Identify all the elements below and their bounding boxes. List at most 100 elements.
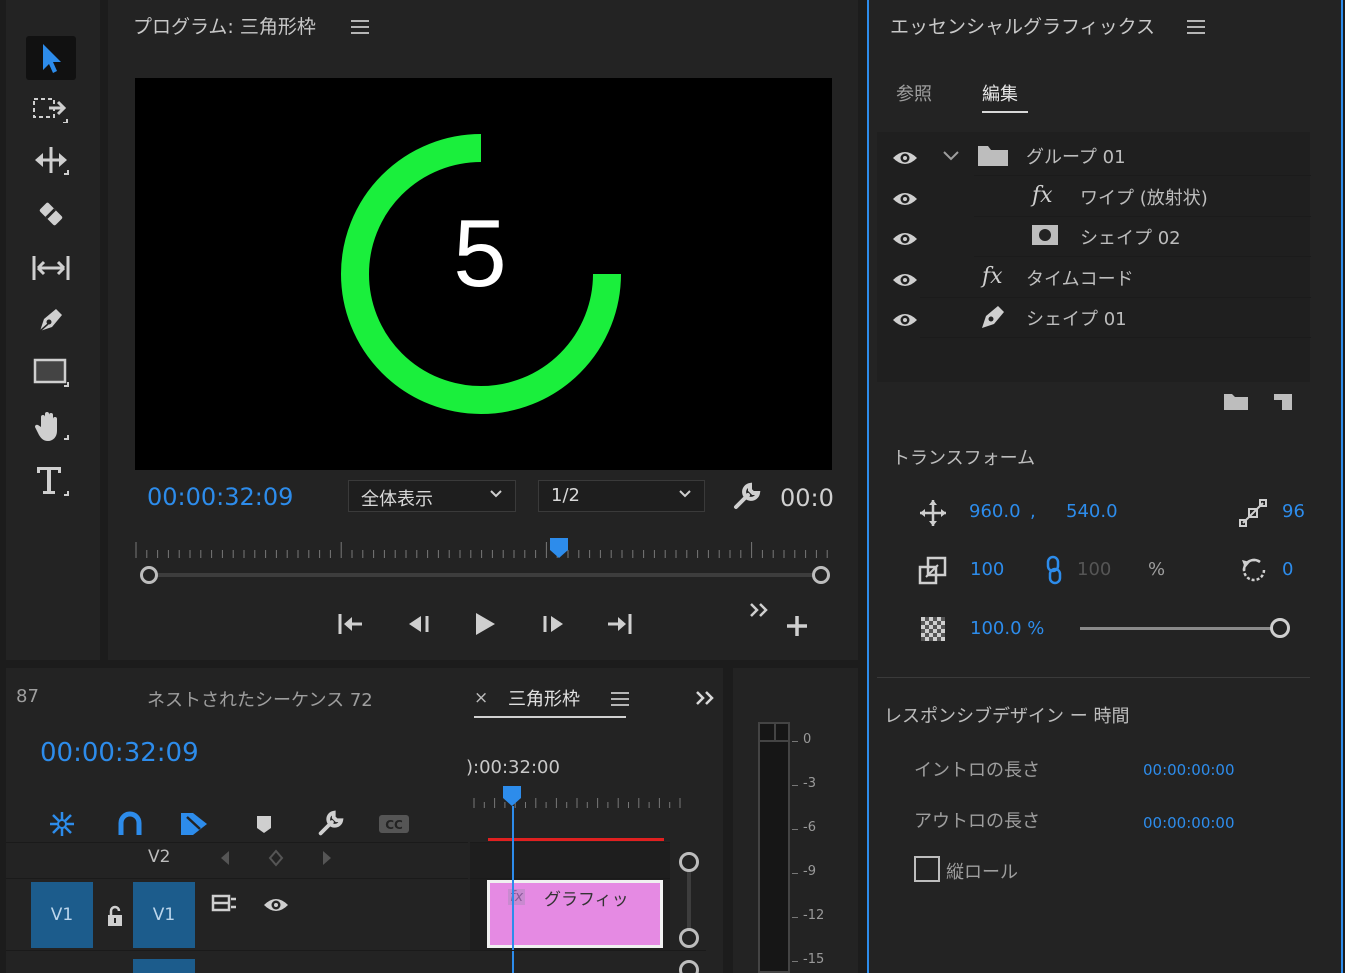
- track-target-v1[interactable]: V1: [133, 882, 195, 948]
- add-marker-button[interactable]: [246, 808, 282, 840]
- play-button[interactable]: [464, 606, 504, 642]
- opacity-slider[interactable]: [1080, 618, 1290, 640]
- track-select-tool[interactable]: [26, 86, 76, 130]
- monitor-menu-icon[interactable]: [351, 20, 369, 34]
- timeline-tab-fragment[interactable]: 87: [16, 686, 39, 707]
- clip-fx-badge: fx: [508, 889, 526, 905]
- sync-lock-icon[interactable]: [211, 893, 237, 915]
- slip-icon: [30, 252, 72, 284]
- track-output-eye-icon[interactable]: [262, 895, 290, 915]
- transform-heading: トランスフォーム: [892, 448, 1036, 469]
- scroll-handle-right[interactable]: [812, 566, 830, 584]
- meter-scale-label: -15: [803, 952, 825, 967]
- visibility-eye-icon[interactable]: [891, 189, 919, 209]
- rectangle-tool[interactable]: [26, 350, 76, 394]
- program-time-ruler[interactable]: [134, 536, 830, 560]
- position-icon: [918, 498, 948, 528]
- type-tool[interactable]: [26, 458, 76, 502]
- scroll-handle-extra[interactable]: [679, 960, 699, 973]
- meter-scale-tick: [792, 917, 798, 918]
- track-select-icon: [31, 93, 71, 123]
- intro-duration-label: イントロの長さ: [914, 760, 1040, 781]
- track-v2-lane[interactable]: [470, 842, 670, 878]
- nest-icon: [47, 809, 77, 839]
- more-controls-icon[interactable]: [748, 600, 772, 620]
- tab-browse[interactable]: 参照: [896, 80, 932, 106]
- step-forward-button[interactable]: [534, 606, 574, 642]
- visibility-eye-icon[interactable]: [891, 148, 919, 168]
- add-button-icon[interactable]: [785, 614, 809, 638]
- layer-row[interactable]: [974, 136, 1311, 176]
- ripple-edit-tool[interactable]: [26, 138, 76, 182]
- go-to-in-button[interactable]: [330, 606, 370, 642]
- source-patch-v1[interactable]: V1: [31, 882, 93, 948]
- scale-width-value[interactable]: 100: [970, 559, 1004, 580]
- nest-toggle-button[interactable]: [44, 808, 80, 840]
- position-y-value[interactable]: 540.0: [1066, 501, 1118, 522]
- step-back-button[interactable]: [398, 606, 438, 642]
- meter-scale-tick: [792, 873, 798, 874]
- program-end-timecode: 00:0: [780, 484, 834, 512]
- scroll-handle-left[interactable]: [140, 566, 158, 584]
- type-icon: [31, 463, 71, 497]
- snap-button[interactable]: [112, 808, 148, 840]
- linked-selection-button[interactable]: [176, 808, 212, 840]
- visibility-eye-icon[interactable]: [891, 229, 919, 249]
- timeline-settings-button[interactable]: [312, 808, 348, 840]
- resolution-dropdown[interactable]: 1/2: [538, 480, 705, 512]
- opacity-value[interactable]: 100.0 %: [970, 618, 1044, 639]
- opacity-slider-knob[interactable]: [1270, 618, 1290, 638]
- eg-menu-icon[interactable]: [1187, 20, 1205, 34]
- position-x-value[interactable]: 960.0: [969, 501, 1021, 522]
- tab-edit[interactable]: 編集: [982, 80, 1018, 106]
- timeline-menu-icon[interactable]: [611, 692, 629, 706]
- razor-tool[interactable]: [26, 192, 76, 236]
- track-v2-header: V2: [6, 842, 468, 878]
- timeline-vertical-scrollbar[interactable]: [679, 852, 699, 952]
- tab-close-icon[interactable]: ×: [474, 688, 488, 708]
- go-to-out-button[interactable]: [600, 606, 640, 642]
- pen-tool[interactable]: [26, 298, 76, 342]
- program-playhead[interactable]: [548, 536, 570, 560]
- more-tabs-icon[interactable]: [694, 688, 718, 708]
- zoom-dropdown[interactable]: 全体表示: [348, 480, 516, 512]
- link-scale-icon[interactable]: [1044, 554, 1064, 586]
- settings-wrench-icon[interactable]: [730, 481, 762, 513]
- timeline-timecode[interactable]: 00:00:32:09: [40, 738, 199, 768]
- program-zoom-scrollbar[interactable]: [140, 566, 830, 584]
- scroll-handle-top[interactable]: [679, 852, 699, 872]
- shape-mask-icon: [1030, 223, 1060, 247]
- anchor-point-value[interactable]: 96: [1282, 501, 1305, 522]
- ripple-edit-icon: [31, 144, 71, 176]
- tab-nested-sequence[interactable]: ネストされたシーケンス 72: [147, 686, 373, 712]
- rotation-value[interactable]: 0: [1282, 559, 1293, 580]
- new-group-folder-icon[interactable]: [1222, 390, 1250, 412]
- layer-label: シェイプ 01: [1026, 309, 1127, 330]
- program-timecode[interactable]: 00:00:32:09: [147, 483, 293, 511]
- selection-tool[interactable]: [26, 36, 76, 80]
- lock-icon[interactable]: [106, 905, 124, 927]
- work-area-bar[interactable]: [488, 838, 664, 841]
- hand-tool[interactable]: [26, 404, 76, 448]
- scroll-handle-bottom[interactable]: [679, 928, 699, 948]
- outro-duration-value[interactable]: 00:00:00:00: [1143, 814, 1235, 832]
- chevron-down-icon: [678, 489, 692, 499]
- fx-icon: fx: [982, 264, 1003, 289]
- roll-label: 縦ロール: [946, 862, 1018, 883]
- visibility-eye-icon[interactable]: [891, 270, 919, 290]
- outro-duration-label: アウトロの長さ: [914, 811, 1040, 832]
- keyframe-prev-icon[interactable]: [218, 849, 232, 867]
- meter-scale-label: 0: [803, 732, 812, 747]
- new-layer-icon[interactable]: [1272, 390, 1296, 414]
- keyframe-add-icon[interactable]: [268, 849, 284, 867]
- keyframe-next-icon[interactable]: [320, 849, 334, 867]
- meter-scale-tick: [792, 829, 798, 830]
- slip-tool[interactable]: [26, 246, 76, 290]
- tab-active-sequence[interactable]: 三角形枠: [508, 685, 580, 711]
- visibility-eye-icon[interactable]: [891, 310, 919, 330]
- group-collapse-chevron-icon[interactable]: [942, 150, 960, 162]
- marker-icon: [254, 812, 274, 836]
- roll-checkbox[interactable]: [914, 856, 940, 882]
- captions-button[interactable]: CC: [376, 808, 412, 840]
- intro-duration-value[interactable]: 00:00:00:00: [1143, 761, 1235, 779]
